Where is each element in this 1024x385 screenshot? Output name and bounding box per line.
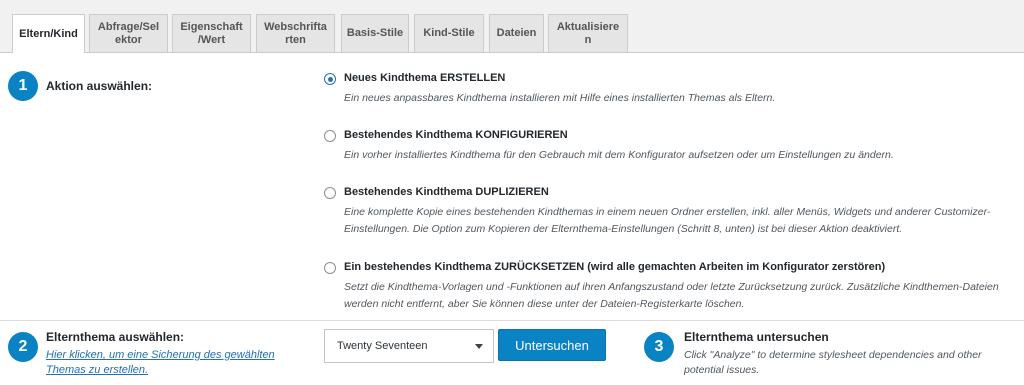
tab-eigenschaft-wert[interactable]: Eigenschaft/Wert — [172, 14, 251, 52]
backup-link[interactable]: Hier klicken, um eine Sicherung des gewä… — [46, 348, 286, 378]
option-reset-description: Setzt die Kindthema-Vorlagen und -Funkti… — [344, 281, 999, 310]
tab-eltern-kind[interactable]: Eltern/Kind — [12, 14, 85, 53]
parent-theme-select-value: Twenty Seventeen — [337, 340, 428, 352]
tab-aktualisieren[interactable]: Aktualisiere n — [548, 14, 628, 52]
radio-create[interactable] — [324, 73, 336, 85]
option-configure-title[interactable]: Bestehendes Kindthema KONFIGURIEREN — [344, 129, 568, 141]
parent-theme-label: Elternthema auswählen: — [46, 330, 185, 344]
tab-basis-stile[interactable]: Basis-Stile — [341, 14, 409, 52]
action-label: Aktion auswählen: — [46, 79, 153, 93]
step-1-badge: 1 — [8, 71, 38, 101]
option-duplicate-title[interactable]: Bestehendes Kindthema DUPLIZIEREN — [344, 186, 549, 198]
option-create-title[interactable]: Neues Kindthema ERSTELLEN — [344, 72, 505, 84]
tab-bar: Eltern/Kind Abfrage/Sel ektor Eigenschaft… — [0, 0, 1024, 53]
radio-duplicate[interactable] — [324, 187, 336, 199]
tab-webschriftarten[interactable]: Webschrifta rten — [256, 14, 335, 52]
tab-dateien[interactable]: Dateien — [489, 14, 544, 52]
step-3-badge: 3 — [644, 332, 674, 362]
radio-configure[interactable] — [324, 130, 336, 142]
option-configure-description: Ein vorher installiertes Kindthema für d… — [344, 149, 894, 161]
tab-abfrage-selektor[interactable]: Abfrage/Sel ektor — [89, 14, 168, 52]
analyze-label: Elternthema untersuchen — [684, 330, 829, 344]
radio-reset[interactable] — [324, 262, 336, 274]
chevron-down-icon — [475, 344, 483, 349]
tab-kind-stile[interactable]: Kind-Stile — [414, 14, 484, 52]
analyze-button[interactable]: Untersuchen — [498, 329, 606, 361]
option-duplicate-description: Eine komplette Kopie eines bestehenden K… — [344, 206, 991, 235]
section-divider — [0, 320, 1024, 321]
option-create-description: Ein neues anpassbares Kindthema installi… — [344, 92, 776, 104]
step-2-badge: 2 — [8, 332, 38, 362]
option-reset-title[interactable]: Ein bestehendes Kindthema ZURÜCKSETZEN (… — [344, 261, 885, 273]
parent-theme-select[interactable]: Twenty Seventeen — [324, 329, 494, 363]
analyze-description: Click "Analyze" to determine stylesheet … — [684, 349, 982, 376]
